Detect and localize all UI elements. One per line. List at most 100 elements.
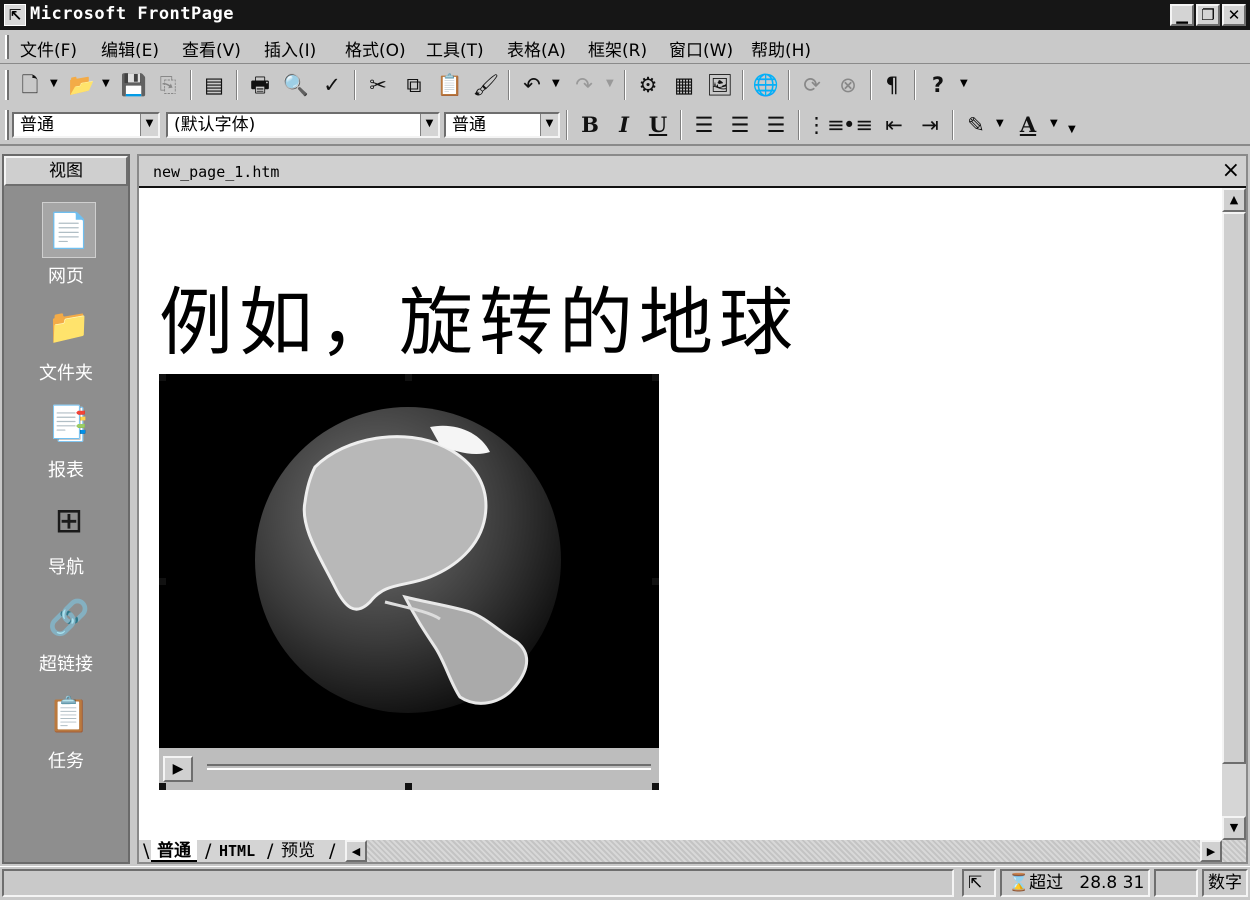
toolbar-separator: [788, 70, 790, 100]
close-document-button[interactable]: ×: [1222, 159, 1240, 183]
align-right-button[interactable]: ☰: [760, 110, 792, 140]
resize-handle[interactable]: [652, 578, 659, 585]
menu-view[interactable]: 查看(V): [182, 36, 241, 61]
cut-button[interactable]: ✂: [362, 70, 394, 100]
resize-handle[interactable]: [405, 783, 412, 790]
horizontal-scrollbar[interactable]: ◀ ▶: [345, 840, 1246, 862]
new-page-button[interactable]: 🗋: [14, 70, 46, 100]
resize-handle[interactable]: [159, 578, 166, 585]
align-left-button[interactable]: ☰: [688, 110, 720, 140]
toolbar-grip[interactable]: [5, 110, 9, 140]
view-navigation[interactable]: ⊞ 导航: [4, 493, 128, 587]
refresh-icon: ⟳: [803, 73, 821, 97]
tab-html[interactable]: HTML: [213, 840, 261, 862]
seek-slider[interactable]: [207, 764, 651, 770]
bullets-button[interactable]: •≡: [842, 110, 874, 140]
menu-frames[interactable]: 框架(R): [588, 36, 647, 61]
chevron-down-icon[interactable]: ▼: [420, 114, 438, 136]
play-button[interactable]: ▶: [163, 756, 193, 782]
document-tab[interactable]: new_page_1.htm ×: [139, 156, 1246, 188]
refresh-button[interactable]: ⟳: [796, 70, 828, 100]
highlight-dropdown-arrow[interactable]: ▼: [996, 118, 1004, 129]
resize-handle[interactable]: [159, 783, 166, 790]
increase-indent-button[interactable]: ⇥: [914, 110, 946, 140]
redo-button[interactable]: ↷: [568, 70, 600, 100]
menu-table[interactable]: 表格(A): [507, 36, 566, 61]
bold-button[interactable]: B: [574, 110, 606, 140]
toolbar-grip[interactable]: [5, 70, 9, 100]
menu-bar-grip[interactable]: [5, 35, 9, 59]
style-dropdown[interactable]: 普通 ▼: [12, 112, 160, 138]
tab-preview[interactable]: 预览: [275, 840, 321, 862]
restore-button[interactable]: ❐: [1196, 4, 1220, 26]
download-time-text: 28.8 31: [1079, 873, 1145, 893]
minimize-button[interactable]: ▁: [1170, 4, 1194, 26]
italic-button[interactable]: I: [608, 110, 640, 140]
page-editor[interactable]: 例如，旋转的地球 ▶: [139, 188, 1222, 840]
open-dropdown-arrow[interactable]: ▼: [102, 78, 110, 89]
undo-dropdown-arrow[interactable]: ▼: [552, 78, 560, 89]
font-dropdown[interactable]: (默认字体) ▼: [166, 112, 440, 138]
underline-button[interactable]: U: [642, 110, 674, 140]
hyperlink-button[interactable]: 🌐: [750, 70, 782, 100]
show-all-button[interactable]: ¶: [876, 70, 908, 100]
close-window-button[interactable]: ✕: [1222, 4, 1246, 26]
print-button[interactable]: 🖶: [244, 70, 276, 100]
menu-window[interactable]: 窗口(W): [669, 36, 733, 61]
resize-handle[interactable]: [405, 374, 412, 381]
redo-dropdown-arrow[interactable]: ▼: [606, 78, 614, 89]
vertical-scrollbar[interactable]: ▲ ▼: [1222, 188, 1246, 840]
open-button[interactable]: 📂: [66, 70, 98, 100]
chevron-down-icon[interactable]: ▼: [540, 114, 558, 136]
insert-component-button[interactable]: ⚙: [632, 70, 664, 100]
media-player[interactable]: ▶: [159, 374, 659, 790]
numbering-button[interactable]: ⋮≡: [806, 110, 845, 140]
scroll-left-button[interactable]: ◀: [345, 840, 367, 862]
stop-button[interactable]: ⊗: [832, 70, 864, 100]
publish-button[interactable]: ⎘: [152, 70, 184, 100]
page-heading[interactable]: 例如，旋转的地球: [159, 263, 799, 370]
toolbar-options-arrow[interactable]: ▼: [960, 78, 968, 89]
scroll-right-button[interactable]: ▶: [1200, 840, 1222, 862]
undo-button[interactable]: ↶: [516, 70, 548, 100]
menu-tools[interactable]: 工具(T): [426, 36, 484, 61]
view-reports[interactable]: 📑 报表: [4, 396, 128, 490]
resize-handle[interactable]: [652, 783, 659, 790]
insert-table-button[interactable]: ▦: [668, 70, 700, 100]
chevron-down-icon[interactable]: ▼: [140, 114, 158, 136]
font-color-dropdown-arrow[interactable]: ▼: [1050, 118, 1058, 129]
menu-format[interactable]: 格式(O): [345, 36, 406, 61]
menu-edit[interactable]: 编辑(E): [101, 36, 159, 61]
view-page[interactable]: 📄 网页: [4, 202, 128, 296]
font-size-dropdown[interactable]: 普通 ▼: [444, 112, 560, 138]
view-folders[interactable]: 📁 文件夹: [4, 299, 128, 393]
resize-handle[interactable]: [652, 374, 659, 381]
format-painter-button[interactable]: 🖌: [470, 70, 502, 100]
resize-handle[interactable]: [159, 374, 166, 381]
print-preview-button[interactable]: 🔍: [280, 70, 312, 100]
help-button[interactable]: ?: [922, 70, 954, 100]
menu-help[interactable]: 帮助(H): [751, 36, 811, 61]
folder-list-button[interactable]: ▤: [198, 70, 230, 100]
spelling-button[interactable]: ✓: [316, 70, 348, 100]
highlight-button[interactable]: ✎: [960, 110, 992, 140]
menu-file[interactable]: 文件(F): [20, 36, 77, 61]
save-button[interactable]: 💾: [118, 70, 150, 100]
scroll-down-button[interactable]: ▼: [1222, 816, 1246, 840]
font-color-button[interactable]: A: [1012, 110, 1044, 140]
scroll-thumb[interactable]: [1222, 212, 1246, 764]
align-center-button[interactable]: ☰: [724, 110, 756, 140]
new-dropdown-arrow[interactable]: ▼: [50, 78, 58, 89]
hourglass-icon: ⌛: [1008, 873, 1030, 893]
tab-normal[interactable]: 普通: [151, 840, 197, 862]
frontpage-app-icon[interactable]: ⇱: [4, 4, 26, 26]
view-hyperlinks[interactable]: 🔗 超链接: [4, 590, 128, 684]
view-tasks[interactable]: 📋 任务: [4, 687, 128, 781]
paste-button[interactable]: 📋: [434, 70, 466, 100]
decrease-indent-button[interactable]: ⇤: [878, 110, 910, 140]
copy-button[interactable]: ⧉: [398, 70, 430, 100]
toolbar-options-arrow[interactable]: ▼: [1068, 124, 1076, 135]
insert-picture-button[interactable]: 🖼: [704, 70, 736, 100]
menu-insert[interactable]: 插入(I): [264, 36, 316, 61]
scroll-up-button[interactable]: ▲: [1222, 188, 1246, 212]
